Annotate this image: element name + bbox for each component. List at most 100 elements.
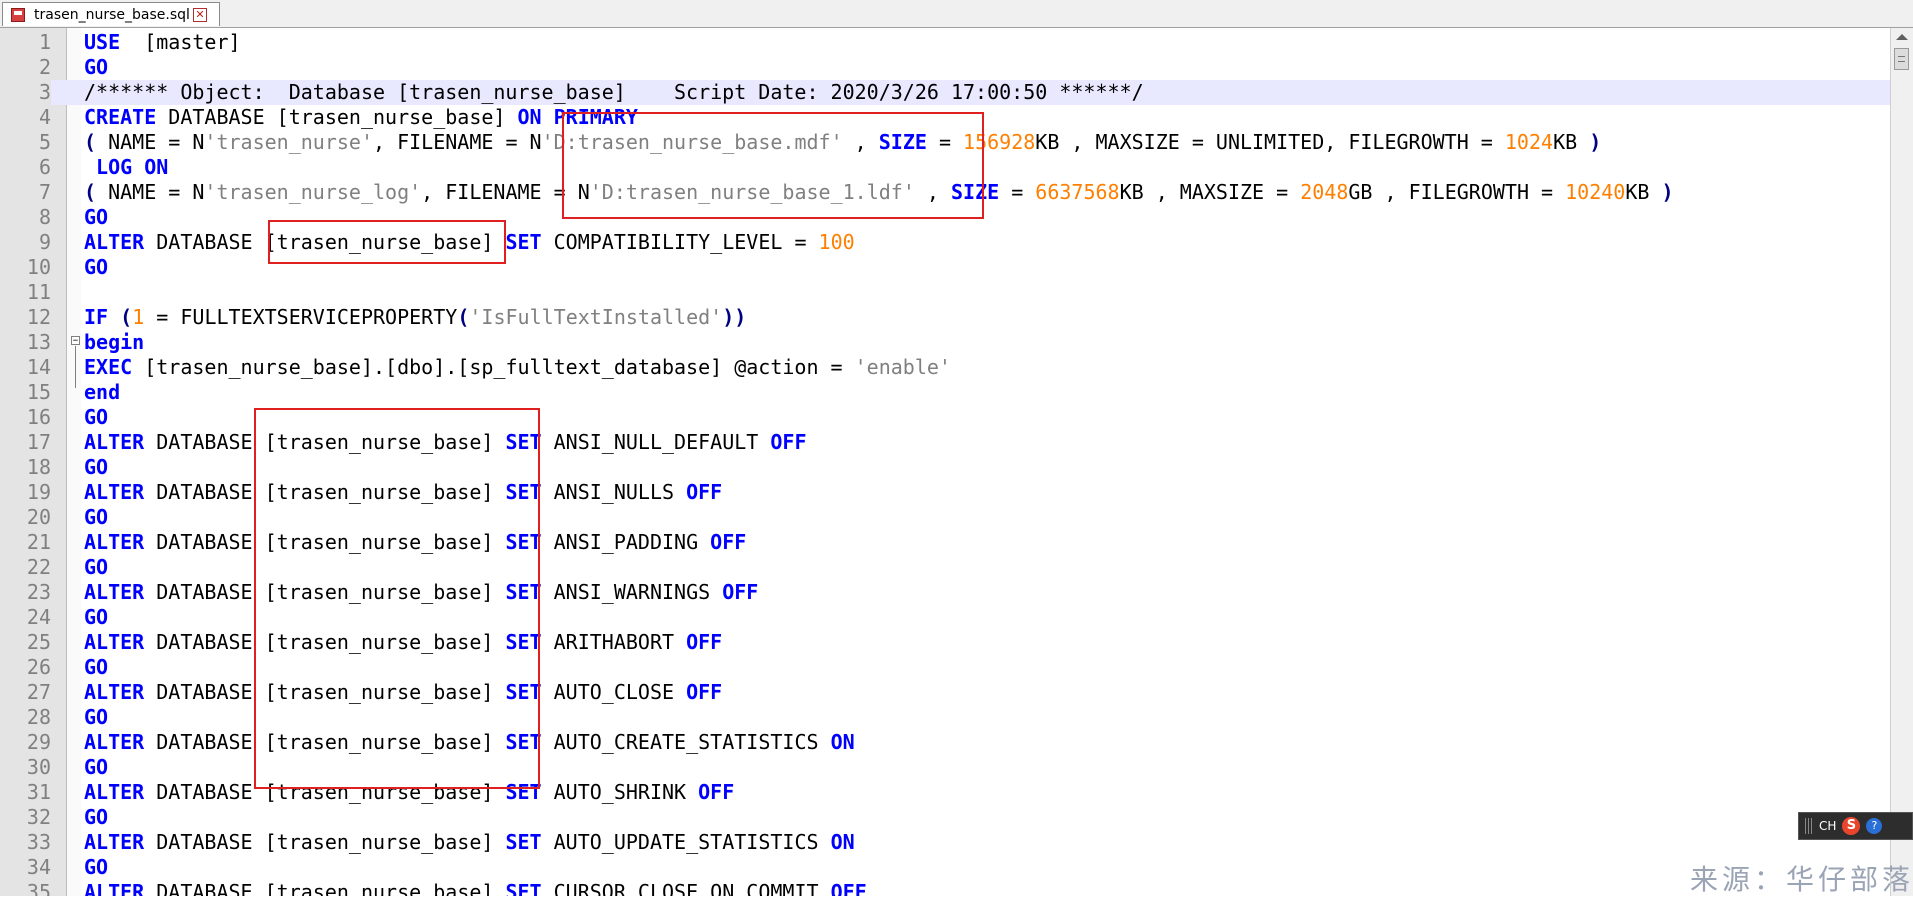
- ime-grip-icon[interactable]: [1805, 818, 1813, 834]
- code-line[interactable]: 2 GO: [0, 55, 1890, 80]
- keyword-token: OFF: [830, 880, 867, 896]
- code-text: ALTER DATABASE [trasen_nurse_base] SET A…: [84, 580, 758, 605]
- ime-language-indicator[interactable]: CH: [1819, 819, 1836, 833]
- code-line[interactable]: 17 ALTER DATABASE [trasen_nurse_base] SET…: [0, 430, 1890, 455]
- code-line[interactable]: 26 GO: [0, 655, 1890, 680]
- code-line[interactable]: 1 USE [master]: [0, 30, 1890, 55]
- code-line[interactable]: 18 GO: [0, 455, 1890, 480]
- string-token: 'D:trasen_nurse_base_1.ldf': [589, 180, 915, 204]
- keyword-token: GO: [84, 405, 109, 429]
- keyword-token: OFF: [686, 680, 723, 704]
- close-tab-icon[interactable]: ✕: [192, 7, 207, 22]
- keyword-token: SET: [505, 480, 542, 504]
- code-line[interactable]: 11: [0, 280, 1890, 305]
- code-text: GO: [84, 205, 108, 230]
- code-line[interactable]: 16 GO: [0, 405, 1890, 430]
- code-line[interactable]: 29 ALTER DATABASE [trasen_nurse_base] SET…: [0, 730, 1890, 755]
- code-line[interactable]: 19 ALTER DATABASE [trasen_nurse_base] SET…: [0, 480, 1890, 505]
- code-editor[interactable]: 1 USE [master] 2 GO 3 /****** Object: Databas…: [0, 28, 1890, 896]
- code-line[interactable]: 13 begin: [0, 330, 1890, 355]
- code-line[interactable]: 5 ( NAME = N'trasen_nurse', FILENAME = N'…: [0, 130, 1890, 155]
- line-number: 2: [38, 55, 51, 79]
- code-token: COMPATIBILITY_LEVEL =: [541, 230, 819, 254]
- code-text: CREATE DATABASE [trasen_nurse_base] ON P…: [84, 105, 638, 130]
- code-text: ALTER DATABASE [trasen_nurse_base] SET A…: [84, 480, 722, 505]
- string-token: 'trasen_nurse_log': [204, 180, 422, 204]
- keyword-token: ALTER: [84, 580, 145, 604]
- code-text: GO: [84, 55, 108, 80]
- keyword-token: IF: [84, 305, 109, 329]
- code-token: [trasen_nurse_base].[dbo].[sp_fulltext_d…: [132, 355, 855, 379]
- code-line[interactable]: 21 ALTER DATABASE [trasen_nurse_base] SET…: [0, 530, 1890, 555]
- keyword-token: GO: [84, 505, 109, 529]
- keyword-token: SET: [505, 580, 542, 604]
- number-token: 6637568: [1035, 180, 1120, 204]
- code-token: =: [926, 130, 964, 154]
- string-token: 'IsFullTextInstalled': [469, 305, 723, 329]
- code-line[interactable]: 3 /****** Object: Database [trasen_nurse_…: [0, 80, 1890, 105]
- line-number: 28: [26, 705, 51, 729]
- file-tab[interactable]: trasen_nurse_base.sql ✕: [2, 2, 220, 26]
- code-line[interactable]: 28 GO: [0, 705, 1890, 730]
- code-line[interactable]: 32 GO: [0, 805, 1890, 830]
- sogou-logo-icon[interactable]: S: [1842, 817, 1861, 835]
- line-number: 5: [38, 130, 51, 154]
- code-token: ARITHABORT: [541, 630, 687, 654]
- line-number: 31: [26, 780, 51, 804]
- keyword-token: ALTER: [84, 880, 145, 896]
- code-line[interactable]: 20 GO: [0, 505, 1890, 530]
- code-line[interactable]: 24 GO: [0, 605, 1890, 630]
- code-line[interactable]: 35 ALTER DATABASE [trasen_nurse_base] SET…: [0, 880, 1890, 896]
- code-text: GO: [84, 805, 108, 830]
- code-line[interactable]: 22 GO: [0, 555, 1890, 580]
- keyword-token: ALTER: [84, 730, 145, 754]
- code-token: KB: [1553, 130, 1590, 154]
- line-number: 13: [26, 330, 51, 354]
- code-token: ): [1661, 180, 1674, 204]
- line-number: 25: [26, 630, 51, 654]
- line-number: 22: [26, 555, 51, 579]
- code-token: , FILENAME = N: [373, 130, 542, 154]
- code-line[interactable]: 25 ALTER DATABASE [trasen_nurse_base] SET…: [0, 630, 1890, 655]
- code-token: /****** Object: Database [trasen_nurse_b…: [84, 80, 1144, 104]
- line-number: 29: [26, 730, 51, 754]
- code-token: ,: [914, 180, 951, 204]
- code-line[interactable]: 9 ALTER DATABASE [trasen_nurse_base] SET …: [0, 230, 1890, 255]
- keyword-token: GO: [84, 255, 109, 279]
- code-line[interactable]: 14 EXEC [trasen_nurse_base].[dbo].[sp_ful…: [0, 355, 1890, 380]
- code-line[interactable]: 23 ALTER DATABASE [trasen_nurse_base] SET…: [0, 580, 1890, 605]
- code-line[interactable]: 31 ALTER DATABASE [trasen_nurse_base] SET…: [0, 780, 1890, 805]
- keyword-token: LOG ON: [96, 155, 169, 179]
- code-line[interactable]: 7 ( NAME = N'trasen_nurse_log', FILENAME …: [0, 180, 1890, 205]
- keyword-token: GO: [84, 805, 109, 829]
- code-line[interactable]: 10 GO: [0, 255, 1890, 280]
- code-line[interactable]: 33 ALTER DATABASE [trasen_nurse_base] SET…: [0, 830, 1890, 855]
- code-line[interactable]: 15 end: [0, 380, 1890, 405]
- code-text: GO: [84, 755, 108, 780]
- code-token: =: [999, 180, 1036, 204]
- keyword-token: USE: [84, 30, 121, 54]
- vertical-scrollbar[interactable]: [1890, 28, 1913, 896]
- code-line[interactable]: 27 ALTER DATABASE [trasen_nurse_base] SET…: [0, 680, 1890, 705]
- line-number: 8: [38, 205, 51, 229]
- code-line[interactable]: 12 IF (1 = FULLTEXTSERVICEPROPERTY('IsFul…: [0, 305, 1890, 330]
- line-number: 16: [26, 405, 51, 429]
- code-line[interactable]: 30 GO: [0, 755, 1890, 780]
- help-icon[interactable]: ?: [1866, 818, 1883, 834]
- fold-collapse-icon[interactable]: −: [71, 336, 80, 346]
- ime-toolbar[interactable]: CH S ?: [1798, 812, 1913, 840]
- keyword-token: ALTER: [84, 430, 145, 454]
- code-text: ( NAME = N'trasen_nurse', FILENAME = N'D…: [84, 130, 1601, 155]
- code-line[interactable]: 8 GO: [0, 205, 1890, 230]
- scroll-up-arrow-icon[interactable]: [1896, 34, 1908, 40]
- code-line[interactable]: 6 LOG ON: [0, 155, 1890, 180]
- number-token: 100: [818, 230, 855, 254]
- scrollbar-thumb[interactable]: [1894, 48, 1909, 70]
- code-text: GO: [84, 705, 108, 730]
- code-text: IF (1 = FULLTEXTSERVICEPROPERTY('IsFullT…: [84, 305, 746, 330]
- code-text: GO: [84, 455, 108, 480]
- keyword-token: SET: [505, 780, 542, 804]
- code-line[interactable]: 4 CREATE DATABASE [trasen_nurse_base] ON …: [0, 105, 1890, 130]
- code-line[interactable]: 34 GO: [0, 855, 1890, 880]
